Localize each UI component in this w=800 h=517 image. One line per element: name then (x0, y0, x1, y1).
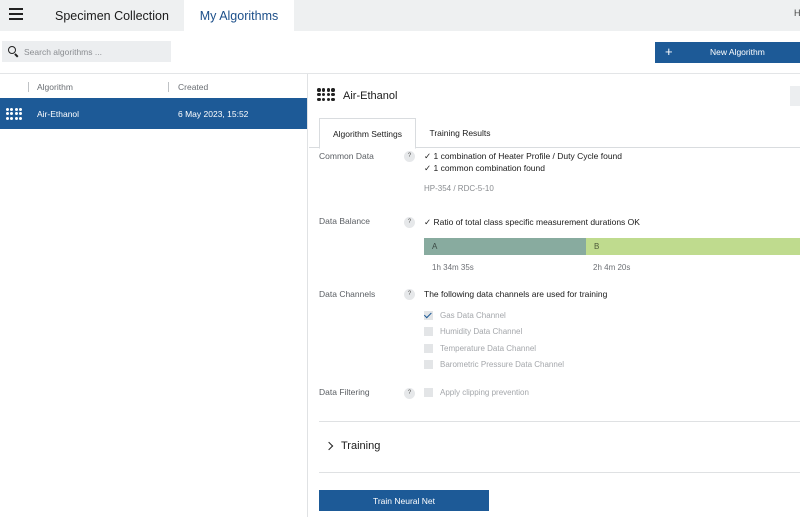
data-channels-intro: The following data channels are used for… (424, 289, 608, 299)
clipping-prevention-option[interactable]: Apply clipping prevention (424, 386, 529, 398)
algorithm-title: Air-Ethanol (343, 90, 398, 102)
data-balance-check: ✓ Ratio of total class specific measurem… (424, 217, 640, 227)
search-icon (8, 46, 19, 57)
clipping-prevention-label: Apply clipping prevention (440, 387, 529, 397)
common-data-label: Common Data (319, 151, 374, 161)
checkbox-humidity[interactable] (424, 326, 433, 336)
tab-my-algorithms[interactable]: My Algorithms (184, 0, 294, 32)
algorithm-list-pane: Algorithm Created Air-Ethanol 6 May 2023… (0, 74, 308, 517)
column-header-algorithm[interactable]: Algorithm (37, 82, 73, 92)
row-algorithm-name: Air-Ethanol (37, 109, 80, 119)
column-separator (28, 82, 29, 92)
channel-humidity-label: Humidity Data Channel (440, 326, 523, 336)
data-channels-label: Data Channels (319, 289, 376, 299)
help-icon[interactable]: ? (404, 289, 415, 300)
common-data-check-1: ✓ 1 combination of Heater Profile / Duty… (424, 151, 622, 161)
hamburger-menu-icon[interactable] (9, 8, 23, 20)
top-bar: Specimen Collection My Algorithms H (0, 0, 800, 32)
class-bar-b: B (586, 238, 800, 255)
plus-icon: + (665, 44, 673, 59)
list-header: Algorithm Created (0, 74, 308, 98)
table-row[interactable]: Air-Ethanol 6 May 2023, 15:52 (0, 98, 307, 129)
checkbox-gas[interactable] (424, 310, 433, 320)
new-algorithm-button[interactable]: + New Algorithm (655, 42, 800, 63)
data-filtering-label: Data Filtering (319, 387, 370, 397)
class-label-b: B (594, 242, 600, 251)
row-created-date: 6 May 2023, 15:52 (178, 109, 249, 119)
channel-temperature-label: Temperature Data Channel (440, 343, 537, 353)
channel-barometric[interactable]: Barometric Pressure Data Channel (424, 358, 564, 370)
column-separator (168, 82, 169, 92)
class-duration-b: 2h 4m 20s (593, 263, 631, 272)
channel-barometric-label: Barometric Pressure Data Channel (440, 359, 565, 369)
search-input[interactable] (24, 46, 164, 57)
column-header-created[interactable]: Created (178, 82, 208, 92)
tab-training-results[interactable]: Training Results (416, 118, 504, 148)
training-section-toggle[interactable]: Training (324, 440, 381, 452)
help-icon[interactable]: ? (404, 217, 415, 228)
detail-tabs: Algorithm Settings Training Results (309, 118, 800, 149)
channel-humidity[interactable]: Humidity Data Channel (424, 325, 522, 337)
train-neural-net-button[interactable]: Train Neural Net (319, 490, 489, 511)
tab-specimen-collection[interactable]: Specimen Collection (40, 0, 184, 31)
help-icon[interactable]: ? (404, 151, 415, 162)
checkbox-barometric[interactable] (424, 359, 433, 369)
training-section-label: Training (341, 440, 381, 452)
search-box[interactable] (2, 41, 171, 62)
header-action-button[interactable] (790, 86, 800, 106)
top-right-truncated-text[interactable]: H (794, 8, 800, 18)
common-data-check-2: ✓ 1 common combination found (424, 163, 545, 173)
checkbox-clipping-prevention[interactable] (424, 387, 433, 397)
channel-gas[interactable]: Gas Data Channel (424, 309, 506, 321)
heater-profile-value: HP-354 / RDC-5-10 (424, 184, 494, 193)
divider (319, 472, 800, 473)
algorithm-dots-icon (317, 88, 335, 102)
tab-algorithm-settings[interactable]: Algorithm Settings (319, 118, 416, 149)
class-bar-a: A (424, 238, 586, 255)
new-algorithm-label: New Algorithm (710, 47, 765, 57)
checkbox-temperature[interactable] (424, 343, 433, 353)
class-duration-a: 1h 34m 35s (432, 263, 474, 272)
help-icon[interactable]: ? (404, 388, 415, 399)
chevron-right-icon (324, 441, 334, 451)
data-balance-label: Data Balance (319, 216, 371, 226)
class-label-a: A (432, 242, 438, 251)
algorithm-dots-icon (6, 108, 22, 120)
divider (319, 421, 800, 422)
channel-gas-label: Gas Data Channel (440, 310, 506, 320)
channel-temperature[interactable]: Temperature Data Channel (424, 342, 536, 354)
